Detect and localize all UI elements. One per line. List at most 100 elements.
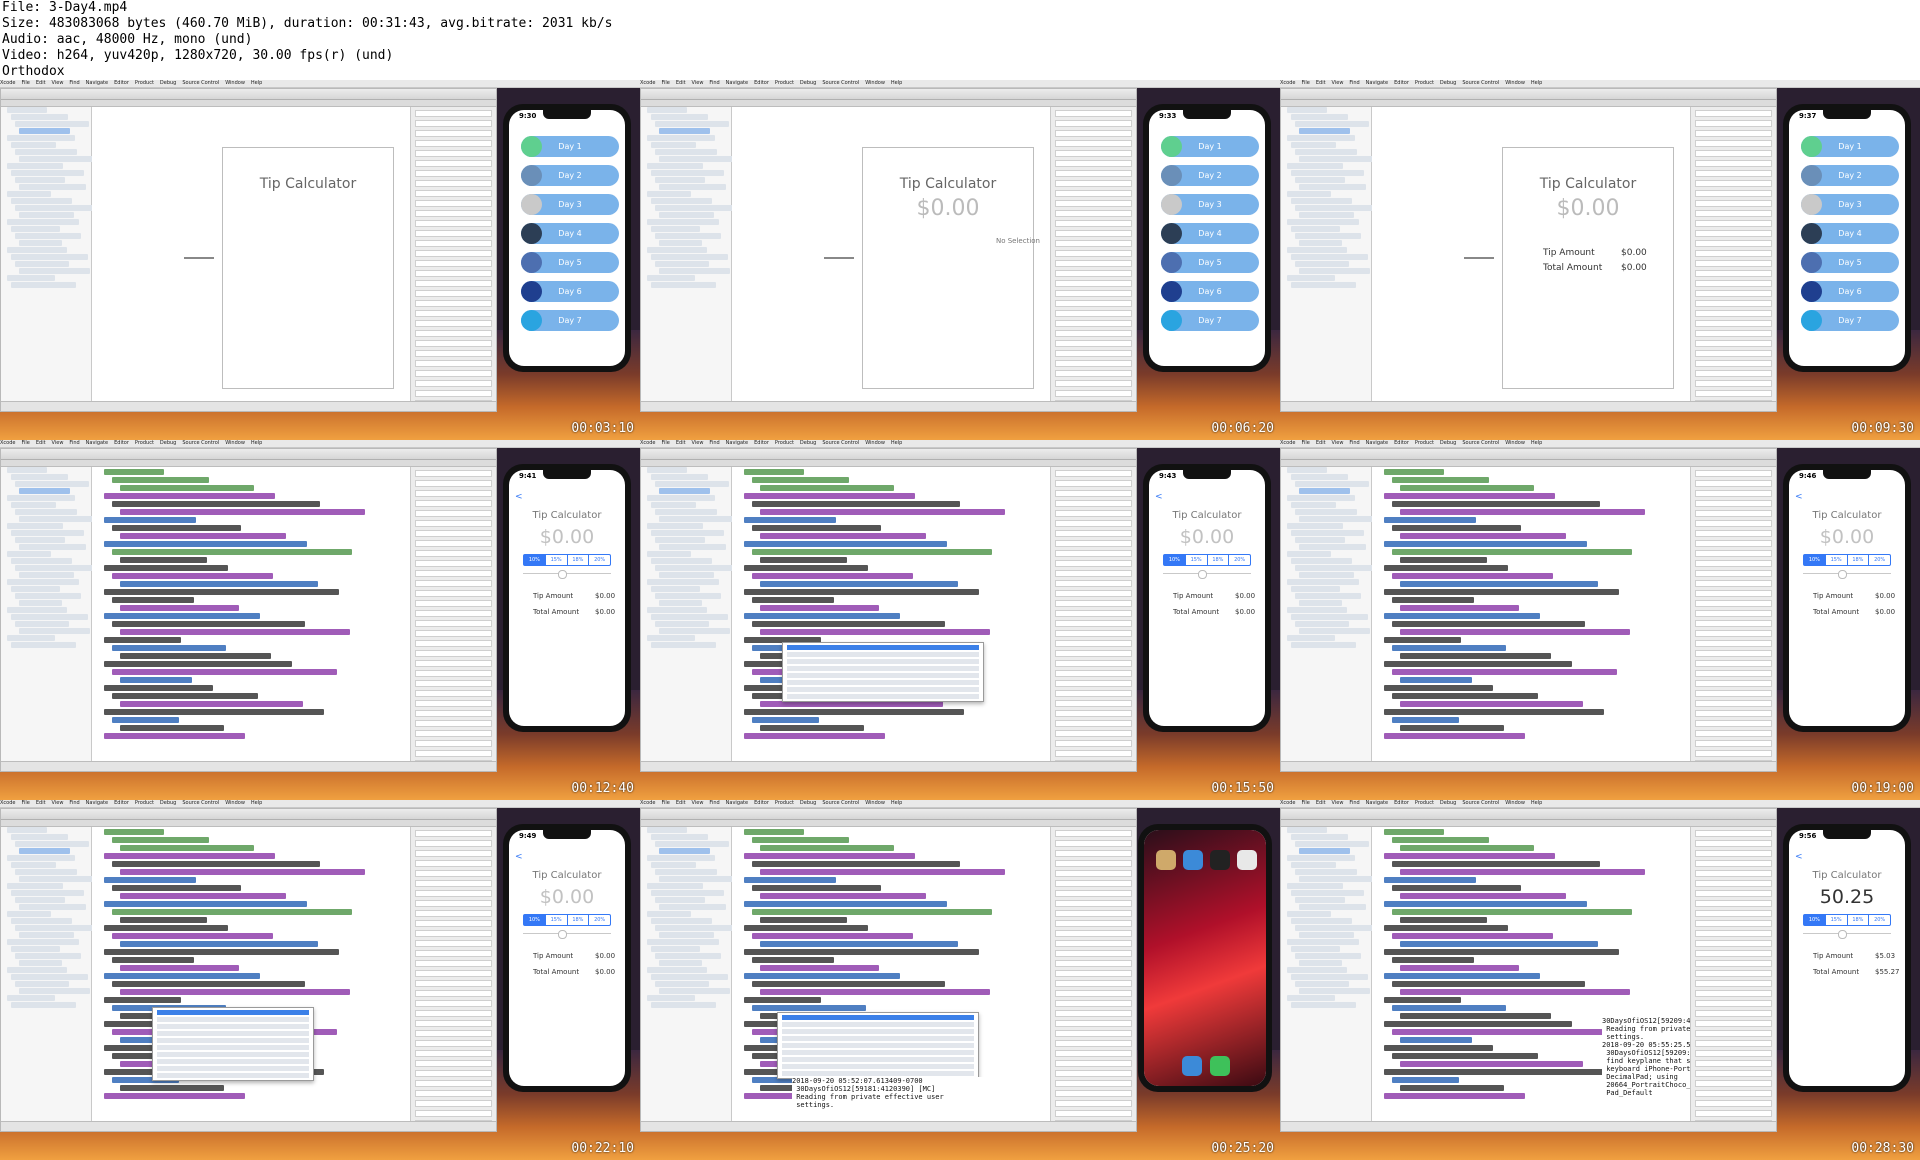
inspector-field[interactable]	[415, 140, 492, 147]
navigator-row[interactable]	[651, 170, 724, 176]
inspector-field[interactable]	[1695, 530, 1772, 537]
autocomplete-item[interactable]	[787, 659, 979, 664]
inspector-field[interactable]	[1695, 280, 1772, 287]
inspector-field[interactable]	[1055, 890, 1132, 897]
navigator-row[interactable]	[19, 932, 74, 938]
inspector-field[interactable]	[1695, 700, 1772, 707]
tip-segment-3[interactable]: 18%	[568, 915, 590, 925]
inspector-field[interactable]	[1695, 720, 1772, 727]
inspector-field[interactable]	[1695, 950, 1772, 957]
inspector-field[interactable]	[1695, 1010, 1772, 1017]
navigator-row[interactable]	[7, 219, 79, 225]
menu-item[interactable]: Debug	[1440, 80, 1456, 86]
inspector-field[interactable]	[1055, 240, 1132, 247]
inspector-field[interactable]	[1055, 350, 1132, 357]
navigator-row[interactable]	[7, 939, 79, 945]
menu-item[interactable]: Product	[1415, 80, 1434, 86]
code-line[interactable]	[1384, 829, 1444, 835]
app-icon[interactable]	[1183, 850, 1203, 870]
autocomplete-popup[interactable]	[777, 1012, 979, 1079]
inspector-field[interactable]	[1695, 170, 1772, 177]
navigator-row[interactable]	[659, 848, 710, 854]
menu-item[interactable]: Source Control	[822, 440, 859, 446]
navigator-row[interactable]	[11, 946, 60, 952]
code-line[interactable]	[1400, 605, 1519, 611]
navigator-row[interactable]	[1287, 107, 1327, 113]
inspector-field[interactable]	[415, 230, 492, 237]
inspector-field[interactable]	[1055, 1100, 1132, 1107]
day-row[interactable]: Day 3	[1161, 194, 1259, 215]
inspector-field[interactable]	[415, 510, 492, 517]
navigator-row[interactable]	[647, 855, 715, 861]
navigator-row[interactable]	[647, 939, 719, 945]
inspector-field[interactable]	[1695, 1090, 1772, 1097]
navigator-row[interactable]	[1291, 974, 1368, 980]
inspector-field[interactable]	[1695, 240, 1772, 247]
code-line[interactable]	[120, 509, 365, 515]
slider-knob[interactable]	[558, 930, 568, 939]
navigator-row[interactable]	[1295, 121, 1369, 127]
menu-item[interactable]: Navigate	[726, 800, 748, 806]
inspector-field[interactable]	[1055, 280, 1132, 287]
autocomplete-item[interactable]	[787, 680, 979, 685]
tip-segment-2[interactable]: 15%	[1186, 555, 1208, 565]
tip-percentage-segmented-control[interactable]: 10% 15% 18% 20%	[523, 554, 611, 566]
inspector-field[interactable]	[1695, 310, 1772, 317]
navigator-row[interactable]	[655, 869, 717, 875]
inspector-field[interactable]	[1055, 900, 1132, 907]
autocomplete-item[interactable]	[157, 1024, 309, 1029]
code-line[interactable]	[1392, 525, 1521, 531]
inspector-field[interactable]	[415, 260, 492, 267]
inspector-field[interactable]	[415, 280, 492, 287]
code-line[interactable]	[1384, 1093, 1525, 1099]
code-line[interactable]	[1384, 949, 1619, 955]
inspector-field[interactable]	[1695, 510, 1772, 517]
code-line[interactable]	[752, 885, 881, 891]
navigator-row[interactable]	[15, 537, 65, 543]
navigator-row[interactable]	[651, 558, 712, 564]
navigator-row[interactable]	[659, 628, 730, 634]
navigator-row[interactable]	[11, 226, 60, 232]
code-line[interactable]	[760, 605, 879, 611]
menu-item[interactable]: File	[21, 80, 29, 86]
inspector-field[interactable]	[1055, 750, 1132, 757]
navigator-row[interactable]	[19, 268, 90, 274]
code-line[interactable]	[112, 645, 226, 651]
code-line[interactable]	[1392, 549, 1632, 555]
inspector-field[interactable]	[415, 740, 492, 747]
code-line[interactable]	[112, 477, 209, 483]
navigator-row[interactable]	[7, 495, 75, 501]
code-line[interactable]	[744, 829, 804, 835]
navigator-row[interactable]	[1295, 593, 1361, 599]
navigator-row[interactable]	[11, 474, 68, 480]
navigator-row[interactable]	[7, 467, 47, 473]
code-line[interactable]	[112, 909, 352, 915]
navigator-row[interactable]	[1295, 621, 1349, 627]
code-line[interactable]	[120, 893, 286, 899]
navigator-row[interactable]	[647, 883, 703, 889]
inspector-field[interactable]	[415, 190, 492, 197]
code-line[interactable]	[1384, 493, 1555, 499]
inspector-field[interactable]	[1695, 1060, 1772, 1067]
navigator-row[interactable]	[647, 995, 695, 1001]
menu-item[interactable]: Product	[135, 440, 154, 446]
inspector-field[interactable]	[415, 860, 492, 867]
inspector-field[interactable]	[1695, 1050, 1772, 1057]
menu-item[interactable]: Help	[251, 80, 262, 86]
code-line[interactable]	[760, 869, 1005, 875]
code-line[interactable]	[744, 493, 915, 499]
inspector-field[interactable]	[1055, 740, 1132, 747]
code-line[interactable]	[104, 637, 181, 643]
inspector-field[interactable]	[415, 390, 492, 397]
navigator-row[interactable]	[15, 481, 89, 487]
inspector-field[interactable]	[1695, 960, 1772, 967]
tip-slider[interactable]	[523, 570, 611, 579]
inspector-field[interactable]	[1055, 1010, 1132, 1017]
menu-item[interactable]: Editor	[754, 440, 769, 446]
navigator-row[interactable]	[651, 946, 700, 952]
inspector-field[interactable]	[1695, 880, 1772, 887]
code-line[interactable]	[1400, 1037, 1472, 1043]
inspector-field[interactable]	[415, 970, 492, 977]
autocomplete-item[interactable]	[157, 1045, 309, 1050]
code-line[interactable]	[1384, 469, 1444, 475]
